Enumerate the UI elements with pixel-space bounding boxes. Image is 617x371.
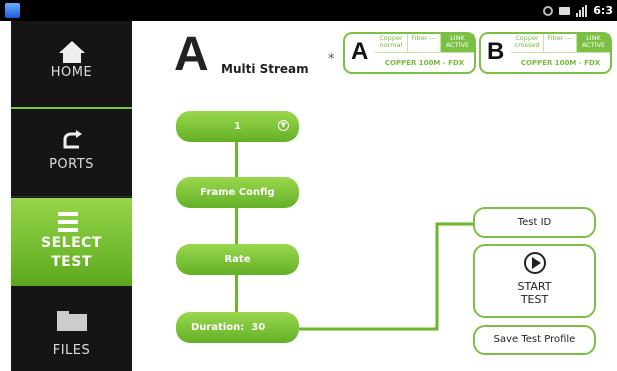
save-profile-label: Save Test Profile [493,334,576,345]
play-icon [523,252,546,274]
start-test-button[interactable]: START TEST [473,244,596,318]
save-test-profile-button[interactable]: Save Test Profile [473,325,596,355]
test-id-label: Test ID [517,217,552,228]
start-label: START [517,280,552,293]
start-label: TEST [520,293,549,306]
test-id-button[interactable]: Test ID [473,207,596,238]
